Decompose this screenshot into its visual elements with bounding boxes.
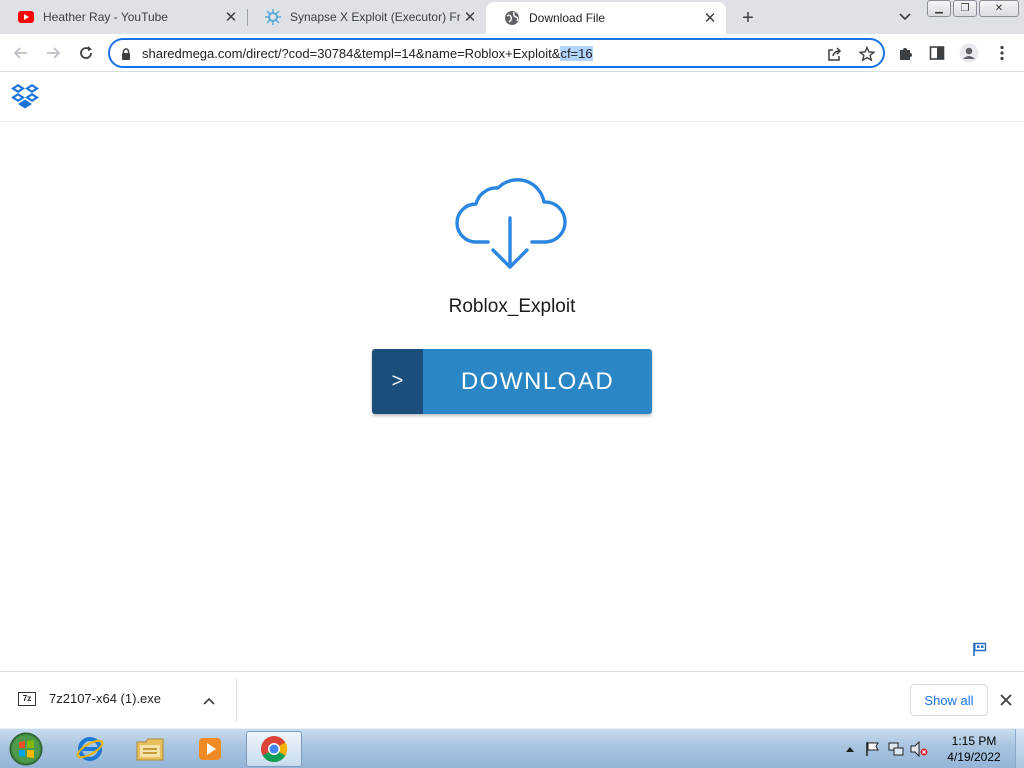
volume-muted-icon[interactable] (909, 739, 929, 759)
close-tab-icon[interactable]: ✕ (460, 7, 480, 27)
download-item[interactable]: 7z 7z2107-x64 (1).exe (18, 691, 161, 706)
chevron-up-icon[interactable] (203, 692, 215, 710)
start-orb-icon[interactable] (6, 730, 46, 768)
screen: Heather Ray - YouTube ✕ Synapse X Exploi… (0, 0, 1024, 768)
cloud-download-icon (452, 174, 568, 277)
taskbar-chrome-icon[interactable] (246, 731, 302, 767)
menu-kebab-icon[interactable] (991, 42, 1013, 64)
forward-button[interactable] (40, 40, 66, 66)
taskbar-clock[interactable]: 1:15 PM 4/19/2022 (936, 733, 1012, 765)
system-tray (840, 729, 932, 768)
tab-title: Heather Ray - YouTube (43, 10, 168, 24)
url-selected: cf=16 (560, 46, 593, 61)
bookmark-star-icon[interactable] (858, 45, 876, 63)
page-header (0, 72, 1024, 122)
extensions-puzzle-icon[interactable] (895, 42, 917, 64)
download-shelf: 7z 7z2107-x64 (1).exe Show all (0, 671, 1024, 728)
clock-date: 4/19/2022 (947, 750, 1001, 764)
show-all-button[interactable]: Show all (910, 684, 988, 716)
tab-strip: Heather Ray - YouTube ✕ Synapse X Exploi… (0, 0, 1024, 34)
youtube-icon (18, 9, 34, 25)
close-shelf-icon[interactable] (997, 691, 1015, 709)
restore-button[interactable]: ❐ (953, 0, 977, 17)
network-icon[interactable] (886, 739, 906, 759)
download-button[interactable]: > DOWNLOAD (372, 349, 652, 414)
profile-avatar-icon[interactable] (958, 42, 980, 64)
browser-toolbar: sharedmega.com/direct/?cod=30784&templ=1… (0, 34, 1024, 72)
new-tab-button[interactable]: + (736, 6, 760, 30)
tab-title: Synapse X Exploit (Executor) Free (290, 10, 460, 24)
tab-youtube[interactable]: Heather Ray - YouTube ✕ (0, 0, 247, 34)
taskbar-internet-explorer-icon[interactable] (62, 731, 118, 767)
minimize-button[interactable]: ▁ (927, 0, 951, 17)
tab-download-file[interactable]: Download File ✕ (486, 2, 726, 34)
tab-synapse[interactable]: Synapse X Exploit (Executor) Free ✕ (247, 0, 486, 34)
tab-search-chevron-icon[interactable] (894, 6, 916, 28)
tab-title: Download File (529, 11, 606, 25)
globe-icon (504, 10, 520, 26)
download-file-name: 7z2107-x64 (1).exe (49, 691, 162, 706)
back-button[interactable] (8, 40, 34, 66)
action-center-flag-icon[interactable] (863, 739, 883, 759)
close-tab-icon[interactable]: ✕ (700, 8, 720, 28)
shelf-divider (236, 679, 237, 722)
taskbar-media-player-icon[interactable] (182, 731, 238, 767)
url-main: sharedmega.com/direct/?cod=30784&templ=1… (142, 46, 561, 61)
url-text[interactable]: sharedmega.com/direct/?cod=30784&templ=1… (142, 46, 593, 61)
synapse-icon (265, 9, 281, 25)
share-icon[interactable] (826, 45, 844, 63)
show-hidden-icons-chevron-icon[interactable] (840, 739, 860, 759)
window-close-button[interactable]: ✕ (979, 0, 1019, 17)
download-arrow: > (372, 349, 423, 414)
clock-time: 1:15 PM (951, 734, 997, 748)
reload-button[interactable] (73, 40, 99, 66)
close-tab-icon[interactable]: ✕ (221, 7, 241, 27)
7zip-file-icon: 7z (18, 691, 36, 706)
show-desktop-button[interactable] (1015, 729, 1024, 768)
address-bar[interactable]: sharedmega.com/direct/?cod=30784&templ=1… (108, 38, 885, 68)
dropbox-logo-icon[interactable] (10, 82, 40, 117)
window-controls: ▁ ❐ ✕ (927, 0, 1021, 18)
file-name: Roblox_Exploit (448, 296, 576, 317)
lock-icon[interactable] (121, 47, 131, 65)
taskbar: 1:15 PM 4/19/2022 (0, 728, 1024, 768)
taskbar-explorer-icon[interactable] (122, 731, 178, 767)
report-flag-icon[interactable] (972, 641, 988, 662)
side-panel-icon[interactable] (926, 42, 948, 64)
download-label: DOWNLOAD (423, 349, 652, 414)
